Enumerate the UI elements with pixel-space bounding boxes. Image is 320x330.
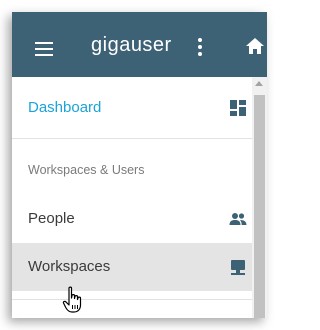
divider bbox=[12, 299, 252, 300]
app-window: gigauser Dashboard Workspaces & Users Pe… bbox=[12, 12, 267, 318]
navigation-drawer: Dashboard Workspaces & Users People Work… bbox=[12, 77, 252, 318]
hamburger-menu-icon[interactable] bbox=[35, 42, 53, 56]
scrollbar-thumb[interactable] bbox=[254, 95, 265, 318]
nav-item-label: Dashboard bbox=[28, 99, 102, 116]
nav-item-label: People bbox=[28, 210, 75, 227]
workspaces-icon bbox=[231, 260, 245, 275]
divider bbox=[12, 138, 252, 139]
section-header: Workspaces & Users bbox=[28, 163, 145, 177]
scrollbar[interactable] bbox=[252, 77, 267, 318]
scroll-up-arrow-icon[interactable] bbox=[255, 81, 263, 86]
people-icon bbox=[229, 213, 247, 225]
nav-item-label: Workspaces bbox=[28, 258, 111, 275]
dashboard-icon bbox=[230, 100, 246, 116]
nav-item-workspaces[interactable]: Workspaces bbox=[12, 243, 252, 291]
nav-item-people[interactable]: People bbox=[12, 195, 252, 243]
nav-item-dashboard[interactable]: Dashboard bbox=[12, 84, 252, 132]
home-icon[interactable] bbox=[245, 37, 265, 55]
hand-pointer-cursor-icon bbox=[62, 286, 82, 313]
top-app-bar: gigauser bbox=[12, 12, 267, 77]
more-vert-icon[interactable] bbox=[194, 36, 206, 58]
username-label: gigauser bbox=[91, 34, 172, 56]
